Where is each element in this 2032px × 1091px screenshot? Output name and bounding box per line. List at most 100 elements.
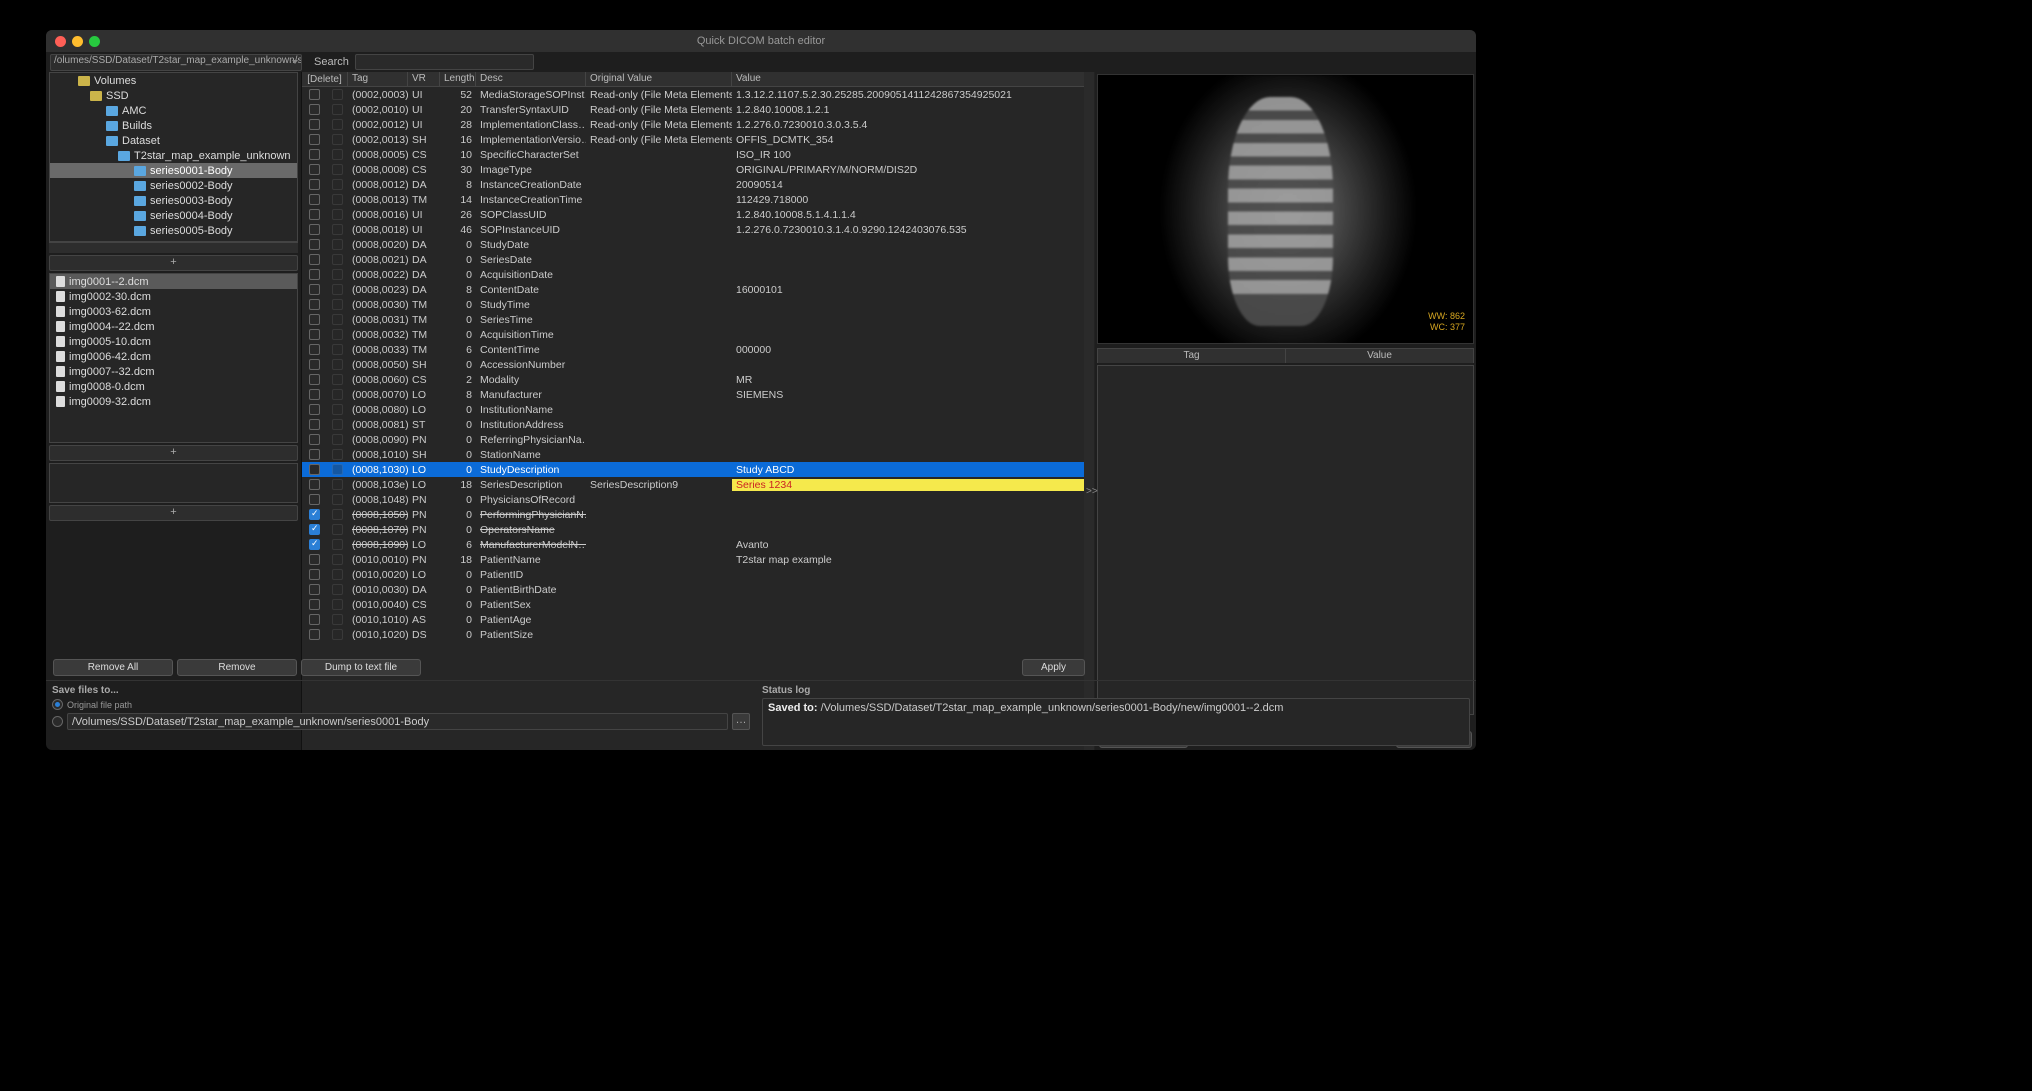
grid-row[interactable]: (0008,0030)TM0StudyTime bbox=[302, 297, 1094, 312]
aux-checkbox[interactable] bbox=[332, 569, 343, 580]
cell-value[interactable]: SIEMENS bbox=[732, 389, 1094, 401]
override-col-tag[interactable]: Tag bbox=[1098, 349, 1286, 363]
aux-checkbox[interactable] bbox=[332, 104, 343, 115]
grid-row[interactable]: (0002,0012)UI28ImplementationClass…Read-… bbox=[302, 117, 1094, 132]
status-log[interactable]: Saved to: /Volumes/SSD/Dataset/T2star_ma… bbox=[762, 698, 1470, 746]
delete-checkbox[interactable] bbox=[309, 614, 320, 625]
col-header-value[interactable]: Value bbox=[732, 72, 1094, 86]
grid-row[interactable]: (0008,103e)LO18SeriesDescriptionSeriesDe… bbox=[302, 477, 1094, 492]
delete-checkbox[interactable] bbox=[309, 254, 320, 265]
cell-value[interactable]: 1.2.840.10008.1.2.1 bbox=[732, 104, 1094, 116]
aux-checkbox[interactable] bbox=[332, 374, 343, 385]
grid-row[interactable]: (0008,0018)UI46SOPInstanceUID1.2.276.0.7… bbox=[302, 222, 1094, 237]
delete-checkbox[interactable] bbox=[309, 449, 320, 460]
delete-checkbox[interactable] bbox=[309, 134, 320, 145]
file-list[interactable]: img0001--2.dcmimg0002-30.dcmimg0003-62.d… bbox=[49, 273, 298, 443]
grid-row[interactable]: (0008,0081)ST0InstitutionAddress bbox=[302, 417, 1094, 432]
path-dropdown[interactable]: /olumes/SSD/Dataset/T2star_map_example_u… bbox=[50, 54, 302, 71]
aux-checkbox[interactable] bbox=[332, 524, 343, 535]
file-item[interactable]: img0004--22.dcm bbox=[50, 319, 297, 334]
search-input[interactable] bbox=[355, 54, 534, 70]
aux-checkbox[interactable] bbox=[332, 404, 343, 415]
tree-item[interactable]: series0001-Body bbox=[50, 163, 297, 178]
remove-button[interactable]: Remove bbox=[177, 659, 297, 676]
override-table[interactable]: >> bbox=[1097, 365, 1474, 715]
tree-item[interactable]: AMC bbox=[50, 103, 297, 118]
cell-value[interactable]: T2star map example bbox=[732, 554, 1094, 566]
delete-checkbox[interactable] bbox=[309, 209, 320, 220]
aux-checkbox[interactable] bbox=[332, 359, 343, 370]
file-item[interactable]: img0005-10.dcm bbox=[50, 334, 297, 349]
tree-item[interactable]: SSD bbox=[50, 88, 297, 103]
col-header-desc[interactable]: Desc bbox=[476, 72, 586, 86]
delete-checkbox[interactable] bbox=[309, 119, 320, 130]
cell-value[interactable]: ORIGINAL/PRIMARY/M/NORM/DIS2D bbox=[732, 164, 1094, 176]
tree-add-button[interactable]: + bbox=[49, 255, 298, 271]
grid-row[interactable]: (0010,0020)LO0PatientID bbox=[302, 567, 1094, 582]
delete-checkbox[interactable] bbox=[309, 524, 320, 535]
grid-row[interactable]: (0008,0012)DA8InstanceCreationDate200905… bbox=[302, 177, 1094, 192]
file-item[interactable]: img0008-0.dcm bbox=[50, 379, 297, 394]
col-header-vr[interactable]: VR bbox=[408, 72, 440, 86]
save-path-input[interactable] bbox=[67, 713, 728, 730]
grid-row[interactable]: (0010,1010)AS0PatientAge bbox=[302, 612, 1094, 627]
aux-checkbox[interactable] bbox=[332, 164, 343, 175]
folder-tree[interactable]: VolumesSSDAMCBuildsDatasetT2star_map_exa… bbox=[49, 72, 298, 242]
grid-row[interactable]: (0008,0050)SH0AccessionNumber bbox=[302, 357, 1094, 372]
grid-row[interactable]: (0002,0010)UI20TransferSyntaxUIDRead-onl… bbox=[302, 102, 1094, 117]
delete-checkbox[interactable] bbox=[309, 359, 320, 370]
grid-row[interactable]: (0008,0023)DA8ContentDate16000101 bbox=[302, 282, 1094, 297]
delete-checkbox[interactable] bbox=[309, 329, 320, 340]
cell-value[interactable]: 1.2.840.10008.5.1.4.1.1.4 bbox=[732, 209, 1094, 221]
aux-checkbox[interactable] bbox=[332, 509, 343, 520]
tree-item[interactable]: series0004-Body bbox=[50, 208, 297, 223]
aux-checkbox[interactable] bbox=[332, 479, 343, 490]
cell-value[interactable]: ISO_IR 100 bbox=[732, 149, 1094, 161]
grid-row[interactable]: (0008,0005)CS10SpecificCharacterSetISO_I… bbox=[302, 147, 1094, 162]
file-item[interactable]: img0006-42.dcm bbox=[50, 349, 297, 364]
aux-checkbox[interactable] bbox=[332, 299, 343, 310]
delete-checkbox[interactable] bbox=[309, 599, 320, 610]
grid-row[interactable]: (0008,0022)DA0AcquisitionDate bbox=[302, 267, 1094, 282]
aux-checkbox[interactable] bbox=[332, 539, 343, 550]
aux-checkbox[interactable] bbox=[332, 419, 343, 430]
aux-checkbox[interactable] bbox=[332, 389, 343, 400]
grid-row[interactable]: (0010,0010)PN18PatientNameT2star map exa… bbox=[302, 552, 1094, 567]
grid-row[interactable]: (0008,0080)LO0InstitutionName bbox=[302, 402, 1094, 417]
delete-checkbox[interactable] bbox=[309, 239, 320, 250]
col-header-tag[interactable]: Tag bbox=[348, 72, 408, 86]
delete-checkbox[interactable] bbox=[309, 554, 320, 565]
delete-checkbox[interactable] bbox=[309, 419, 320, 430]
delete-checkbox[interactable] bbox=[309, 539, 320, 550]
file-item[interactable]: img0001--2.dcm bbox=[50, 274, 297, 289]
file-item[interactable]: img0003-62.dcm bbox=[50, 304, 297, 319]
tree-item[interactable]: series0002-Body bbox=[50, 178, 297, 193]
delete-checkbox[interactable] bbox=[309, 179, 320, 190]
file-add-button[interactable]: + bbox=[49, 445, 298, 461]
override-col-value[interactable]: Value bbox=[1286, 349, 1473, 363]
tree-item[interactable]: Builds bbox=[50, 118, 297, 133]
grid-row[interactable]: (0008,1010)SH0StationName bbox=[302, 447, 1094, 462]
image-preview[interactable]: WW: 862 WC: 377 bbox=[1097, 74, 1474, 344]
cell-value[interactable]: Series 1234 bbox=[732, 479, 1094, 491]
tree-item[interactable]: T2star_map_example_unknown bbox=[50, 148, 297, 163]
aux-checkbox[interactable] bbox=[332, 449, 343, 460]
send-to-override-icon[interactable]: >> bbox=[1086, 486, 1098, 497]
delete-checkbox[interactable] bbox=[309, 629, 320, 640]
grid-row[interactable]: (0008,1048)PN0PhysiciansOfRecord bbox=[302, 492, 1094, 507]
delete-checkbox[interactable] bbox=[309, 509, 320, 520]
dump-button[interactable]: Dump to text file bbox=[301, 659, 421, 676]
delete-checkbox[interactable] bbox=[309, 149, 320, 160]
aux-checkbox[interactable] bbox=[332, 464, 343, 475]
tree-item[interactable]: Volumes bbox=[50, 73, 297, 88]
delete-checkbox[interactable] bbox=[309, 569, 320, 580]
delete-checkbox[interactable] bbox=[309, 104, 320, 115]
remove-all-button[interactable]: Remove All bbox=[53, 659, 173, 676]
radio-custom[interactable] bbox=[52, 716, 63, 727]
col-header-original-value[interactable]: Original Value bbox=[586, 72, 732, 86]
dicom-tag-grid[interactable]: [Delete] Tag VR Length Desc Original Val… bbox=[302, 72, 1094, 750]
delete-checkbox[interactable] bbox=[309, 389, 320, 400]
grid-row[interactable]: (0008,0032)TM0AcquisitionTime bbox=[302, 327, 1094, 342]
cell-value[interactable]: 20090514 bbox=[732, 179, 1094, 191]
grid-row[interactable]: (0008,0031)TM0SeriesTime bbox=[302, 312, 1094, 327]
